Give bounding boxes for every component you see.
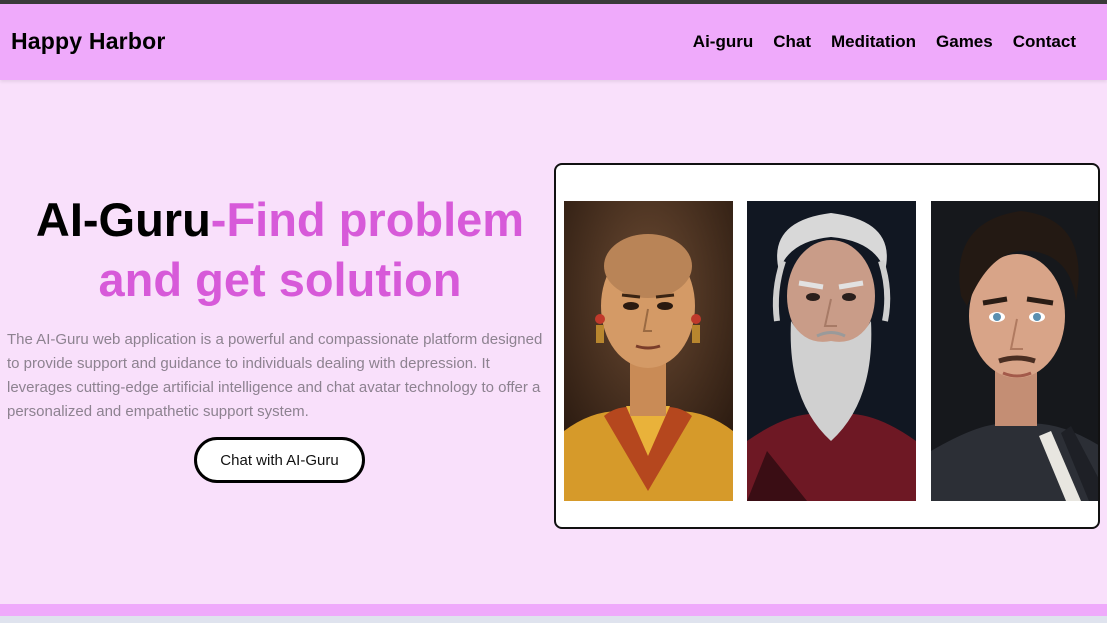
nav-link-games[interactable]: Games [936, 32, 993, 52]
brand-logo[interactable]: Happy Harbor [11, 28, 165, 55]
nav-link-meditation[interactable]: Meditation [831, 32, 916, 52]
footer-strip [0, 616, 1107, 623]
old-sage-portrait [747, 201, 916, 501]
navbar: Happy Harbor Ai-guru Chat Meditation Gam… [0, 4, 1107, 80]
hero-description: The AI-Guru web application is a powerfu… [7, 331, 543, 420]
hero-title: AI-Guru-Find problem and get solution [0, 190, 560, 310]
hero-title-main: AI-Guru [35, 193, 211, 246]
portrait-gallery [554, 163, 1100, 529]
monk-portrait [564, 201, 733, 501]
footer-bar [0, 604, 1107, 616]
nav-link-contact[interactable]: Contact [1013, 32, 1076, 52]
chat-with-ai-guru-button[interactable]: Chat with AI-Guru [194, 437, 365, 483]
nav-link-chat[interactable]: Chat [773, 32, 811, 52]
nav-links: Ai-guru Chat Meditation Games Contact [693, 32, 1076, 52]
nav-link-ai-guru[interactable]: Ai-guru [693, 32, 753, 52]
young-man-portrait [931, 201, 1098, 501]
